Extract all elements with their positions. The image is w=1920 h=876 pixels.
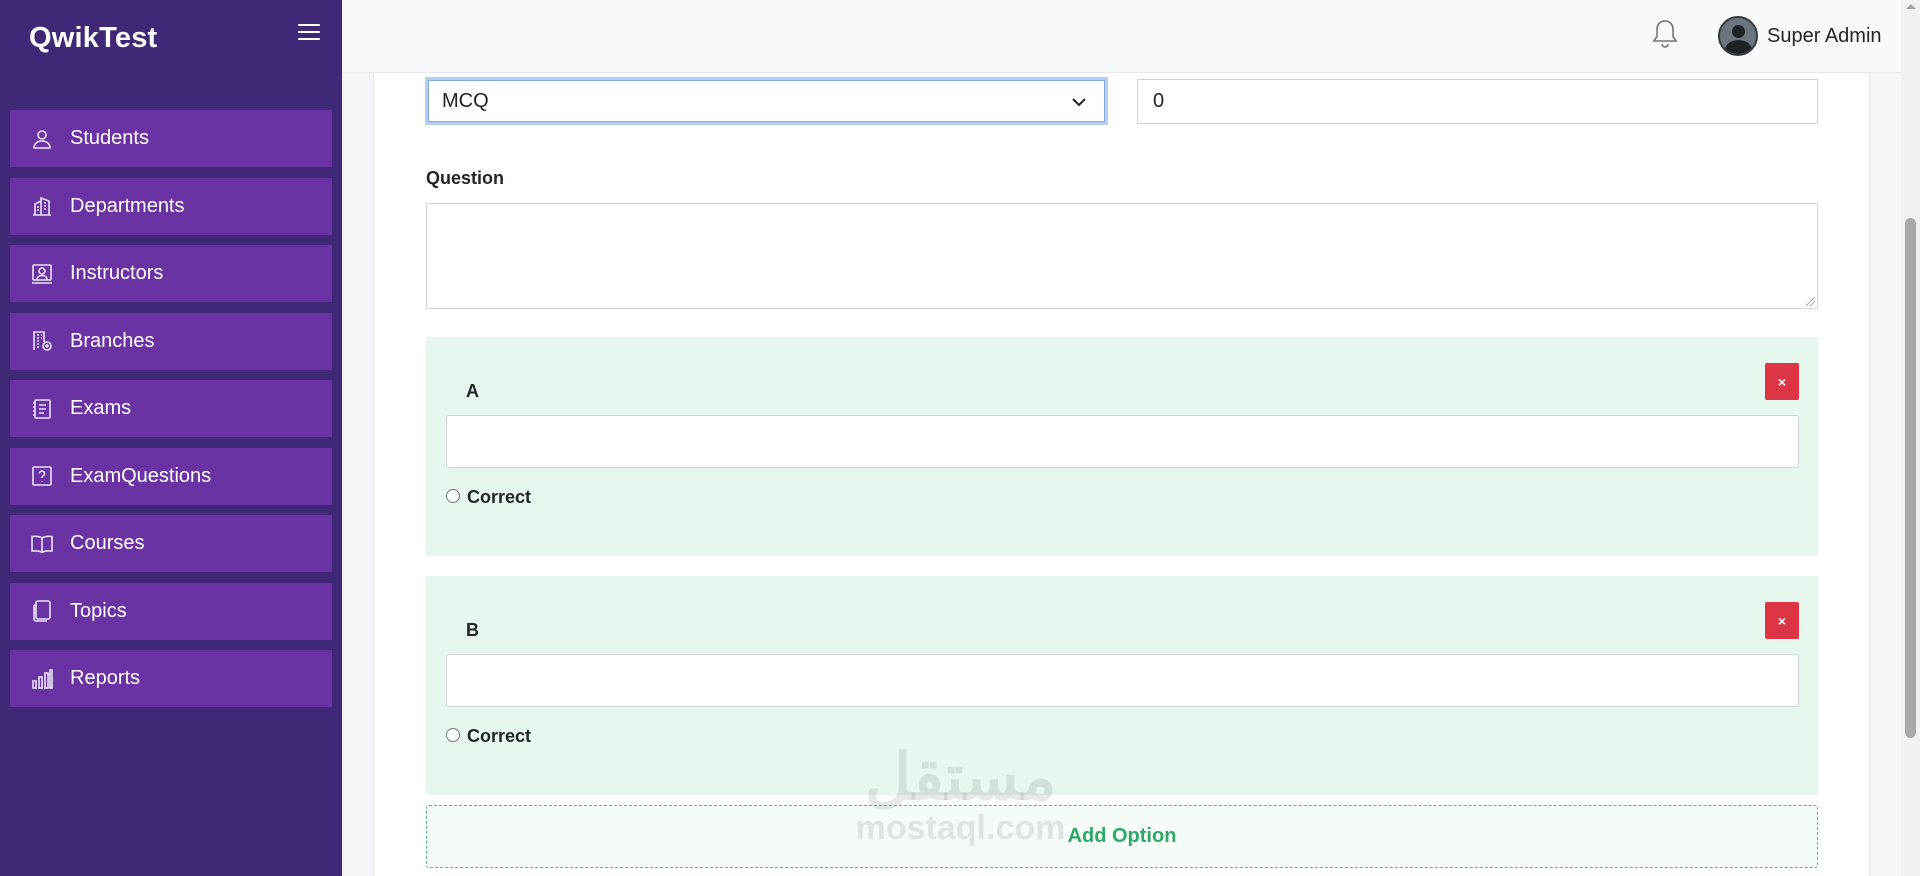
- sidebar-item-label: Students: [70, 127, 149, 149]
- exam-list-icon: [30, 397, 54, 421]
- buildings-icon: [30, 194, 54, 218]
- book-icon: [30, 532, 54, 556]
- sidebar-item-label: Exams: [70, 397, 132, 419]
- question-icon: [30, 464, 54, 488]
- sidebar: QwikTest Students Departments Instructor…: [0, 0, 342, 876]
- option-text-input[interactable]: [446, 415, 1799, 468]
- sidebar-item-label: ExamQuestions: [70, 464, 212, 487]
- bell-icon[interactable]: [1650, 18, 1680, 50]
- remove-option-button[interactable]: ×: [1765, 602, 1799, 639]
- sidebar-nav: Students Departments Instructors Branche…: [10, 110, 332, 718]
- option-card-b: B × Correct: [426, 576, 1818, 795]
- sidebar-item-label: Reports: [70, 667, 141, 689]
- bar-chart-icon: [30, 667, 54, 691]
- option-letter: B: [466, 620, 479, 640]
- avatar[interactable]: [1718, 16, 1758, 56]
- option-text-input[interactable]: [446, 654, 1799, 707]
- brand-logo[interactable]: QwikTest: [29, 22, 157, 55]
- correct-label[interactable]: Correct: [467, 487, 531, 508]
- option-card-a: A × Correct: [426, 337, 1818, 556]
- hamburger-menu-icon[interactable]: [298, 24, 320, 42]
- add-option-button[interactable]: Add Option: [426, 805, 1818, 868]
- question-type-value: MCQ: [442, 89, 489, 112]
- sidebar-item-examquestions[interactable]: ExamQuestions: [10, 447, 332, 505]
- sidebar-item-departments[interactable]: Departments: [10, 177, 332, 235]
- correct-radio[interactable]: [446, 728, 460, 742]
- sidebar-item-courses[interactable]: Courses: [10, 515, 332, 572]
- question-textarea[interactable]: [426, 203, 1818, 309]
- question-type-select[interactable]: MCQ: [425, 77, 1108, 125]
- question-label: Question: [426, 168, 505, 188]
- sidebar-item-students[interactable]: Students: [10, 110, 332, 167]
- sidebar-item-exams[interactable]: Exams: [10, 380, 332, 437]
- sidebar-item-label: Branches: [70, 329, 155, 352]
- notebook-icon: [30, 599, 54, 623]
- user-icon: [30, 127, 54, 151]
- remove-option-button[interactable]: ×: [1765, 363, 1799, 400]
- marks-input[interactable]: 0: [1137, 79, 1818, 124]
- sidebar-item-label: Instructors: [70, 262, 164, 284]
- correct-label[interactable]: Correct: [467, 726, 531, 747]
- sidebar-item-topics[interactable]: Topics: [10, 582, 332, 640]
- sidebar-item-label: Departments: [70, 194, 185, 217]
- instructor-icon: [30, 262, 54, 286]
- scroll-up-arrow-icon[interactable]: [1906, 4, 1916, 9]
- scrollbar-thumb[interactable]: [1905, 218, 1916, 738]
- user-name[interactable]: Super Admin: [1767, 25, 1882, 48]
- chevron-down-icon: [1071, 93, 1087, 109]
- sidebar-item-reports[interactable]: Reports: [10, 650, 332, 707]
- sidebar-item-instructors[interactable]: Instructors: [10, 245, 332, 302]
- option-letter: A: [466, 381, 479, 401]
- sidebar-item-branches[interactable]: Branches: [10, 312, 332, 370]
- resize-grip-icon[interactable]: [1806, 297, 1815, 306]
- page-scrollbar[interactable]: [1901, 0, 1920, 876]
- correct-radio[interactable]: [446, 489, 460, 503]
- branch-icon: [30, 329, 54, 353]
- sidebar-item-label: Topics: [70, 599, 127, 622]
- sidebar-item-label: Courses: [70, 532, 145, 554]
